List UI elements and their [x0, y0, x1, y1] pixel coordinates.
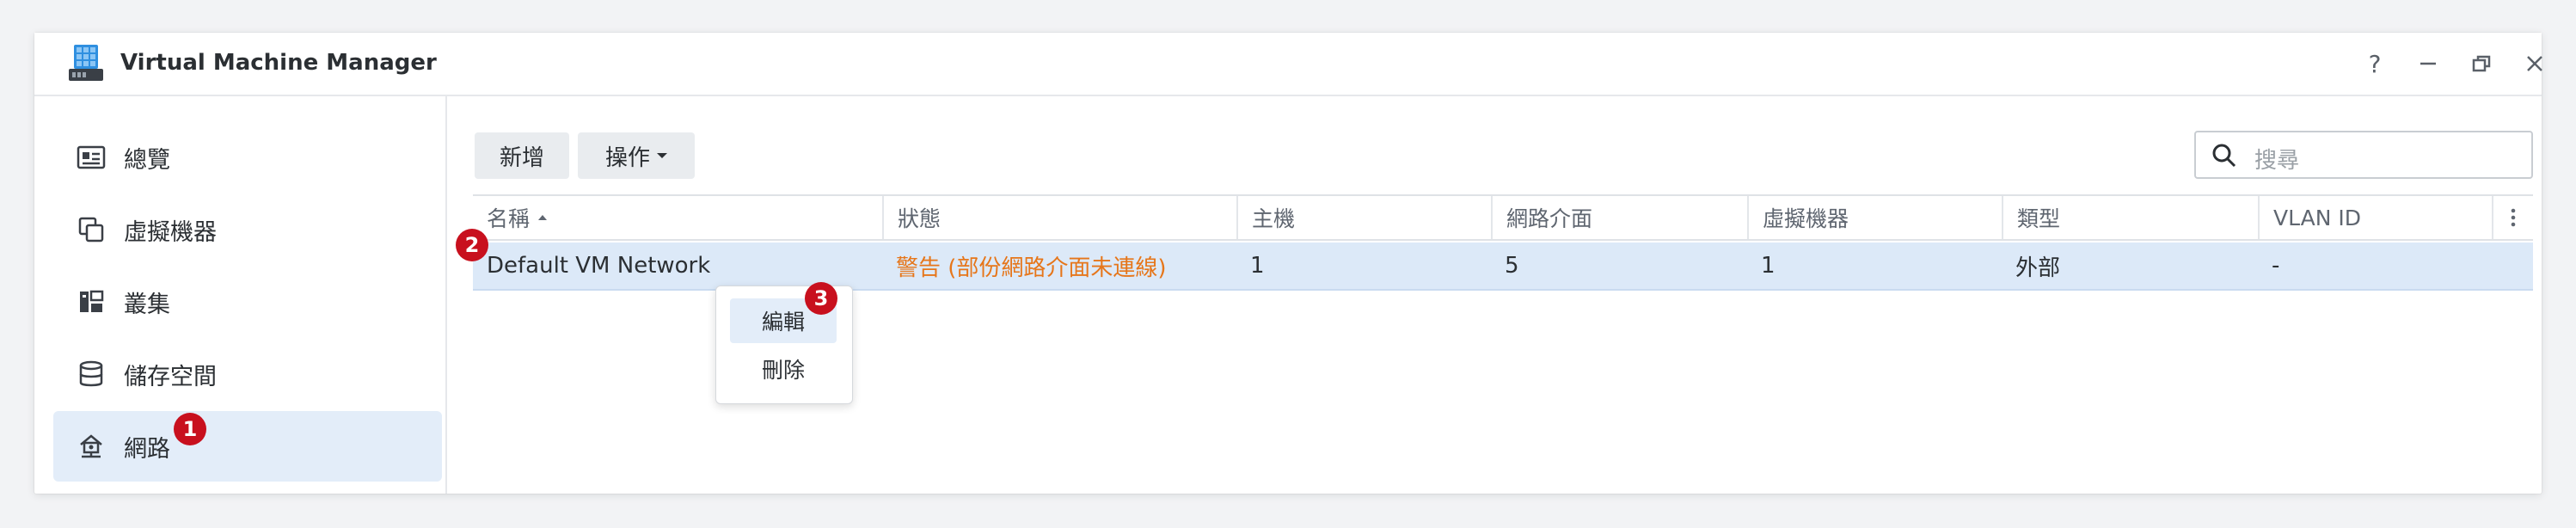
- column-header-name[interactable]: 名稱: [473, 196, 882, 239]
- sort-asc-icon: [538, 215, 548, 220]
- cluster-icon: [76, 286, 107, 317]
- network-icon: [76, 431, 107, 462]
- virtual-machine-icon: [76, 214, 107, 245]
- vmm-window: Virtual Machine Manager ? 總覽 虛擬機器 叢集 儲存空…: [34, 33, 2542, 494]
- caret-down-icon: [657, 153, 667, 158]
- column-header-host[interactable]: 主機: [1236, 196, 1491, 239]
- title-bar: Virtual Machine Manager ?: [34, 33, 2542, 96]
- sidebar-item-network[interactable]: 網路: [53, 411, 442, 482]
- restore-icon[interactable]: [2466, 48, 2497, 79]
- sidebar: 總覽 虛擬機器 叢集 儲存空間 網路: [34, 96, 447, 494]
- cell-host: 1: [1250, 253, 1265, 279]
- vmm-app-icon: [69, 45, 103, 81]
- sidebar-item-storage[interactable]: 儲存空間: [53, 339, 442, 409]
- cell-type: 外部: [2015, 255, 2061, 281]
- action-button-label: 操作: [604, 144, 650, 171]
- cell-vlan: -: [2272, 253, 2280, 279]
- cell-status: 警告 (部份網路介面未連線): [896, 255, 1167, 281]
- sidebar-item-overview[interactable]: 總覽: [53, 122, 442, 193]
- column-header-vlan[interactable]: VLAN ID: [2258, 196, 2492, 239]
- cell-interfaces: 5: [1505, 253, 1519, 279]
- column-header-type[interactable]: 類型: [2002, 196, 2258, 239]
- sidebar-item-virtual-machine[interactable]: 虛擬機器: [53, 194, 442, 265]
- sidebar-item-label: 總覽: [124, 146, 170, 174]
- sidebar-item-label: 網路: [124, 435, 170, 463]
- search-placeholder: 搜尋: [2254, 148, 2300, 174]
- overview-icon: [76, 142, 107, 173]
- minimize-icon[interactable]: [2413, 48, 2444, 79]
- step-badge-1: 1: [174, 413, 206, 445]
- column-header-vms[interactable]: 虛擬機器: [1747, 196, 2002, 239]
- add-button[interactable]: 新增: [475, 132, 569, 179]
- close-icon[interactable]: [2519, 48, 2550, 79]
- table-header: 名稱 狀態 主機 網路介面 虛擬機器 類型 VLAN ID: [473, 194, 2533, 241]
- sidebar-item-cluster[interactable]: 叢集: [53, 267, 442, 337]
- table-row[interactable]: Default VM Network 警告 (部份網路介面未連線) 1 5 1 …: [473, 243, 2533, 291]
- step-badge-3: 3: [805, 282, 837, 315]
- storage-icon: [76, 359, 107, 390]
- sidebar-item-label: 叢集: [124, 291, 170, 318]
- column-menu-icon[interactable]: [2492, 196, 2533, 239]
- search-icon: [2212, 144, 2236, 168]
- search-field[interactable]: 搜尋: [2194, 131, 2533, 179]
- column-header-status[interactable]: 狀態: [882, 196, 1236, 239]
- cell-vms: 1: [1761, 253, 1776, 279]
- context-menu-delete[interactable]: 刪除: [730, 347, 837, 391]
- action-button[interactable]: 操作: [578, 132, 695, 179]
- sidebar-item-label: 虛擬機器: [124, 218, 217, 246]
- app-title: Virtual Machine Manager: [120, 50, 437, 76]
- help-icon[interactable]: ?: [2359, 48, 2390, 79]
- column-header-interfaces[interactable]: 網路介面: [1491, 196, 1747, 239]
- sidebar-item-label: 儲存空間: [124, 363, 217, 390]
- step-badge-2: 2: [456, 229, 488, 261]
